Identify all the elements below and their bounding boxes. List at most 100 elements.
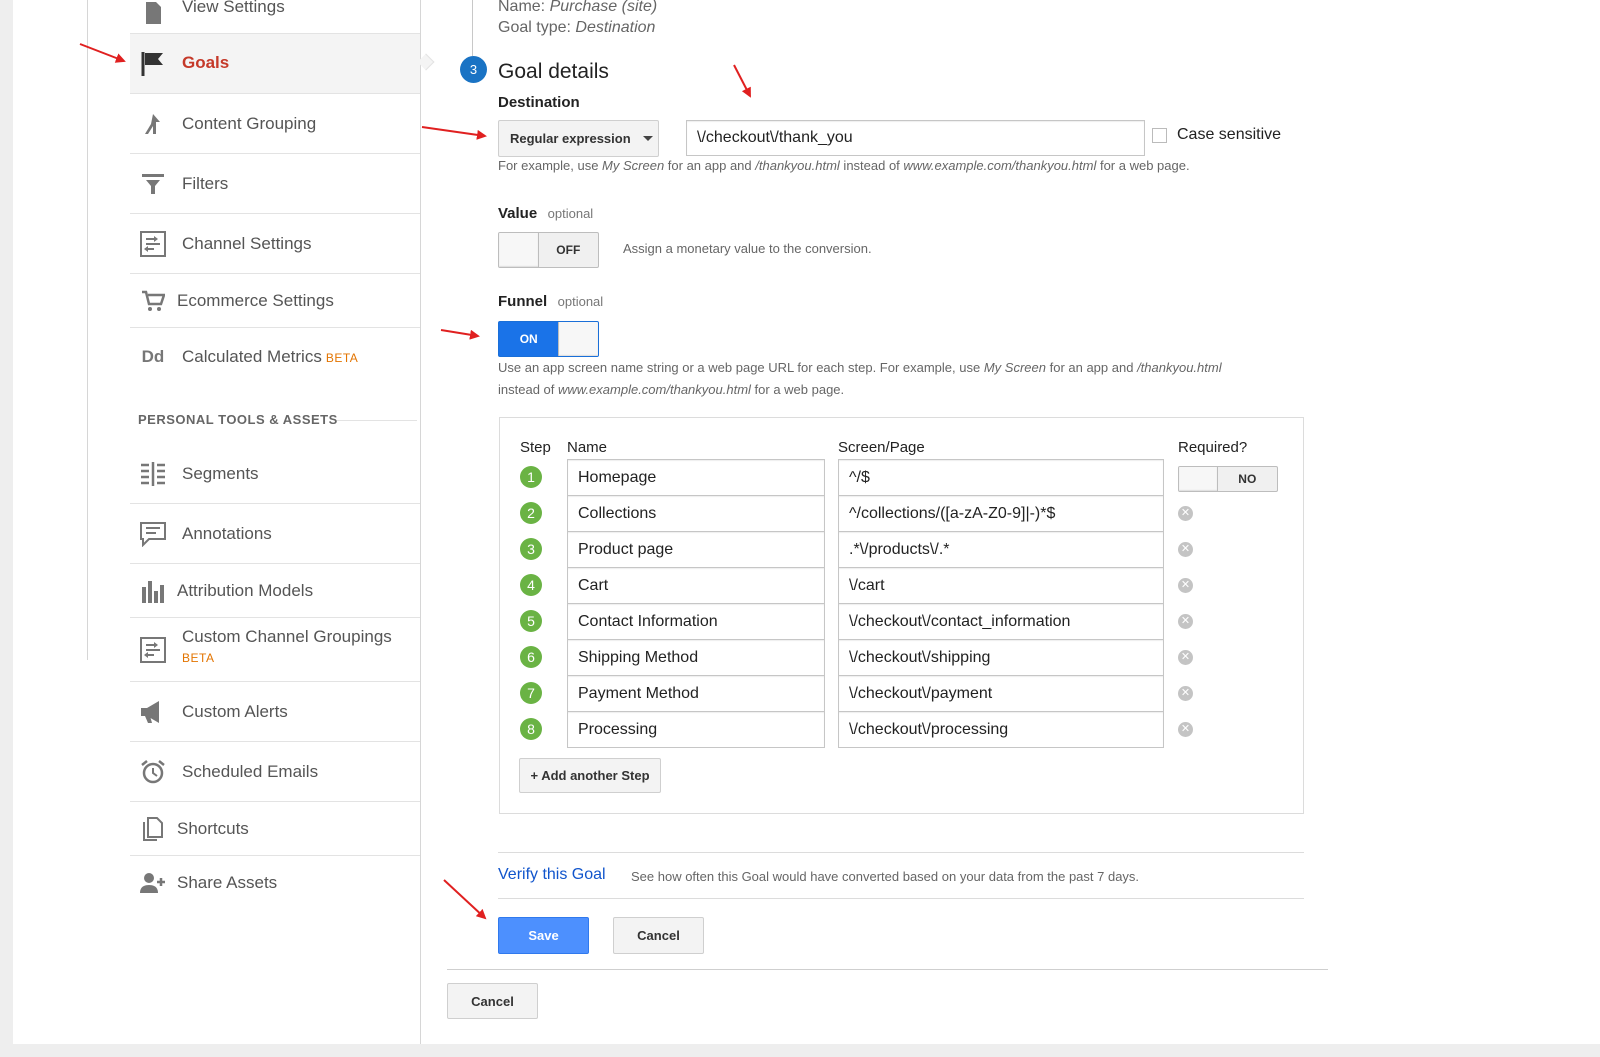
step-number: 1 — [520, 466, 542, 488]
sidebar-item-channel-settings[interactable]: Channel Settings — [130, 214, 420, 274]
match-type-dropdown[interactable]: Regular expression — [498, 120, 659, 157]
column-header-screen-page: Screen/Page — [838, 439, 925, 456]
filter-icon — [140, 171, 166, 197]
step-number: 4 — [520, 574, 542, 596]
sidebar-item-content-grouping[interactable]: Content Grouping — [130, 94, 420, 154]
case-sensitive-checkbox[interactable] — [1152, 128, 1167, 143]
bar-chart-icon — [140, 578, 166, 604]
sidebar-item-attribution-models[interactable]: Attribution Models — [130, 564, 420, 618]
step-name-input[interactable]: Collections — [567, 495, 825, 532]
value-hint: Assign a monetary value to the conversio… — [623, 241, 872, 256]
funnel-label: Funnel optional — [498, 293, 604, 310]
sidebar-item-label: Scheduled Emails — [182, 762, 319, 781]
sidebar-item-label: Custom Channel Groupings BETA — [182, 627, 392, 665]
remove-step-icon[interactable]: ✕ — [1178, 650, 1193, 665]
remove-step-icon[interactable]: ✕ — [1178, 614, 1193, 629]
column-header-required: Required? — [1178, 439, 1248, 456]
section-title-personal-tools: PERSONAL TOOLS & ASSETS — [138, 412, 338, 427]
value-toggle[interactable]: OFF — [498, 232, 599, 268]
add-step-button[interactable]: + Add another Step — [519, 758, 661, 793]
step-name-input[interactable]: Contact Information — [567, 603, 825, 640]
sidebar-item-shortcuts[interactable]: Shortcuts — [130, 802, 420, 856]
sidebar-item-segments[interactable]: Segments — [130, 444, 420, 504]
sidebar-item-view-settings[interactable]: View Settings — [130, 0, 420, 34]
sidebar-item-label: Segments — [182, 464, 259, 483]
sidebar-item-label: Shortcuts — [177, 819, 249, 838]
flag-icon — [140, 50, 166, 76]
sidebar-item-label: Share Assets — [177, 873, 278, 892]
cancel-button[interactable]: Cancel — [613, 917, 704, 954]
outer-cancel-button[interactable]: Cancel — [447, 983, 538, 1019]
step-number: 2 — [520, 502, 542, 524]
divider — [498, 852, 1304, 853]
cart-icon — [140, 288, 166, 314]
sidebar-item-goals[interactable]: Goals — [130, 34, 420, 94]
sidebar-item-filters[interactable]: Filters — [130, 154, 420, 214]
remove-step-icon[interactable]: ✕ — [1178, 542, 1193, 557]
step-number: 8 — [520, 718, 542, 740]
step-name-input[interactable]: Payment Method — [567, 675, 825, 712]
verify-goal-link[interactable]: Verify this Goal — [498, 866, 606, 884]
sidebar-item-label: Filters — [182, 174, 229, 193]
goal-name-line: Name: Purchase (site) — [498, 0, 658, 15]
remove-step-icon[interactable]: ✕ — [1178, 686, 1193, 701]
sidebar-item-label: Annotations — [182, 524, 272, 543]
funnel-toggle[interactable]: ON — [498, 321, 599, 357]
step-name-input[interactable]: Product page — [567, 531, 825, 568]
grouping-icon — [140, 111, 166, 137]
destination-input[interactable]: \/checkout\/thank_you — [686, 120, 1145, 156]
form-bottom-rule — [447, 969, 1328, 970]
step-page-input[interactable]: ^/$ — [838, 459, 1164, 496]
sidebar-item-custom-channel-groupings[interactable]: Custom Channel Groupings BETA — [130, 618, 420, 682]
remove-step-icon[interactable]: ✕ — [1178, 578, 1193, 593]
destination-hint: For example, use My Screen for an app an… — [498, 158, 1190, 173]
column-header-step: Step — [520, 439, 551, 456]
toggle-knob — [1179, 467, 1218, 491]
remove-step-icon[interactable]: ✕ — [1178, 722, 1193, 737]
sidebar-item-label: Ecommerce Settings — [177, 291, 334, 310]
step-page-input[interactable]: .*\/products\/.* — [838, 531, 1164, 568]
step-page-input[interactable]: \/checkout\/contact_information — [838, 603, 1164, 640]
megaphone-icon — [140, 699, 166, 725]
step-page-input[interactable]: \/cart — [838, 567, 1164, 604]
goal-type-value: Destination — [575, 19, 656, 36]
step-page-input[interactable]: \/checkout\/payment — [838, 675, 1164, 712]
divider — [498, 898, 1304, 899]
sidebar-item-share-assets[interactable]: Share Assets — [130, 856, 420, 912]
alarm-icon — [140, 759, 166, 785]
sidebar-item-label: Goals — [182, 53, 230, 72]
chevron-down-icon — [642, 136, 653, 141]
sidebar-item-label: Custom Alerts — [182, 702, 288, 721]
save-button[interactable]: Save — [498, 917, 589, 954]
toggle-state: ON — [519, 332, 538, 346]
beta-badge: BETA — [182, 651, 215, 665]
share-user-icon — [140, 870, 166, 896]
sidebar-item-scheduled-emails[interactable]: Scheduled Emails — [130, 742, 420, 802]
required-toggle[interactable]: NO — [1178, 466, 1278, 492]
step-name-input[interactable]: Homepage — [567, 459, 825, 496]
step-page-input[interactable]: ^/collections/([a-zA-Z0-9]|-)*$ — [838, 495, 1164, 532]
goal-details-title: Goal details — [498, 60, 609, 83]
beta-badge: BETA — [325, 351, 359, 365]
sidebar-item-calculated-metrics[interactable]: Dd Calculated Metrics BETA — [130, 328, 420, 386]
sidebar-item-label: Calculated Metrics BETA — [182, 347, 359, 366]
step-name-input[interactable]: Shipping Method — [567, 639, 825, 676]
goal-name-value: Purchase (site) — [549, 0, 658, 15]
step-name-input[interactable]: Processing — [567, 711, 825, 748]
step-connector-line — [472, 0, 473, 56]
destination-label: Destination — [498, 94, 580, 111]
verify-description: See how often this Goal would have conve… — [631, 869, 1140, 884]
left-rail-line — [87, 0, 88, 660]
annotation-icon — [140, 521, 166, 547]
step-name-input[interactable]: Cart — [567, 567, 825, 604]
step-page-input[interactable]: \/checkout\/processing — [838, 711, 1164, 748]
optional-tag: optional — [557, 294, 604, 309]
remove-step-icon[interactable]: ✕ — [1178, 506, 1193, 521]
sidebar-item-ecommerce-settings[interactable]: Ecommerce Settings — [130, 274, 420, 328]
toggle-knob — [499, 233, 539, 267]
sidebar-item-custom-alerts[interactable]: Custom Alerts — [130, 682, 420, 742]
sidebar-item-annotations[interactable]: Annotations — [130, 504, 420, 564]
step-page-input[interactable]: \/checkout\/shipping — [838, 639, 1164, 676]
segments-icon — [140, 461, 166, 487]
optional-tag: optional — [547, 206, 594, 221]
